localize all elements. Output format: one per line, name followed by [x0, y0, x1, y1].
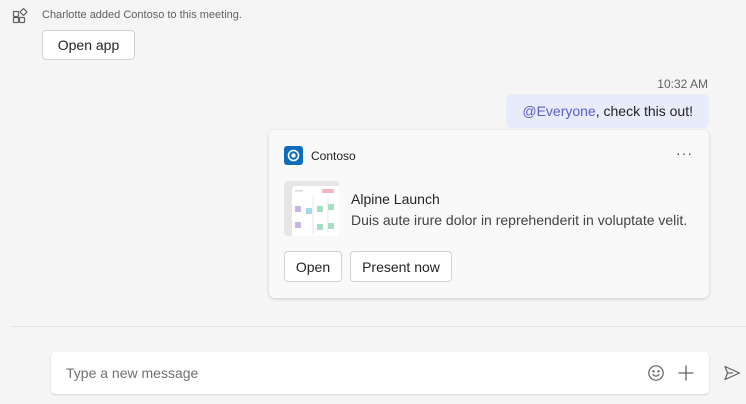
add-icon[interactable] [677, 364, 695, 382]
contoso-logo-icon [284, 146, 303, 165]
message-timestamp: 10:32 AM [657, 77, 708, 91]
message-text: , check this out! [595, 103, 693, 119]
message-input[interactable] [51, 352, 631, 394]
send-icon[interactable] [723, 364, 741, 382]
emoji-icon[interactable] [647, 364, 665, 382]
card-description: Duis aute irure dolor in reprehenderit i… [351, 212, 688, 228]
compose-box [51, 352, 709, 394]
divider [10, 326, 746, 327]
app-card: Contoso ··· Alpine Launch Duis aute irur… [269, 130, 709, 298]
open-button[interactable]: Open [284, 251, 342, 282]
present-now-button[interactable]: Present now [350, 251, 452, 282]
message-bubble: @Everyone , check this out! [506, 94, 709, 128]
card-app-name: Contoso [311, 149, 356, 163]
system-message-text: Charlotte added Contoso to this meeting. [42, 9, 242, 21]
mention-everyone[interactable]: @Everyone [522, 103, 595, 119]
card-title: Alpine Launch [351, 191, 440, 207]
more-options-icon[interactable]: ··· [676, 146, 693, 160]
open-app-button[interactable]: Open app [42, 30, 135, 60]
card-thumbnail [284, 181, 339, 236]
system-message-row [12, 8, 28, 24]
apps-icon [12, 8, 28, 24]
